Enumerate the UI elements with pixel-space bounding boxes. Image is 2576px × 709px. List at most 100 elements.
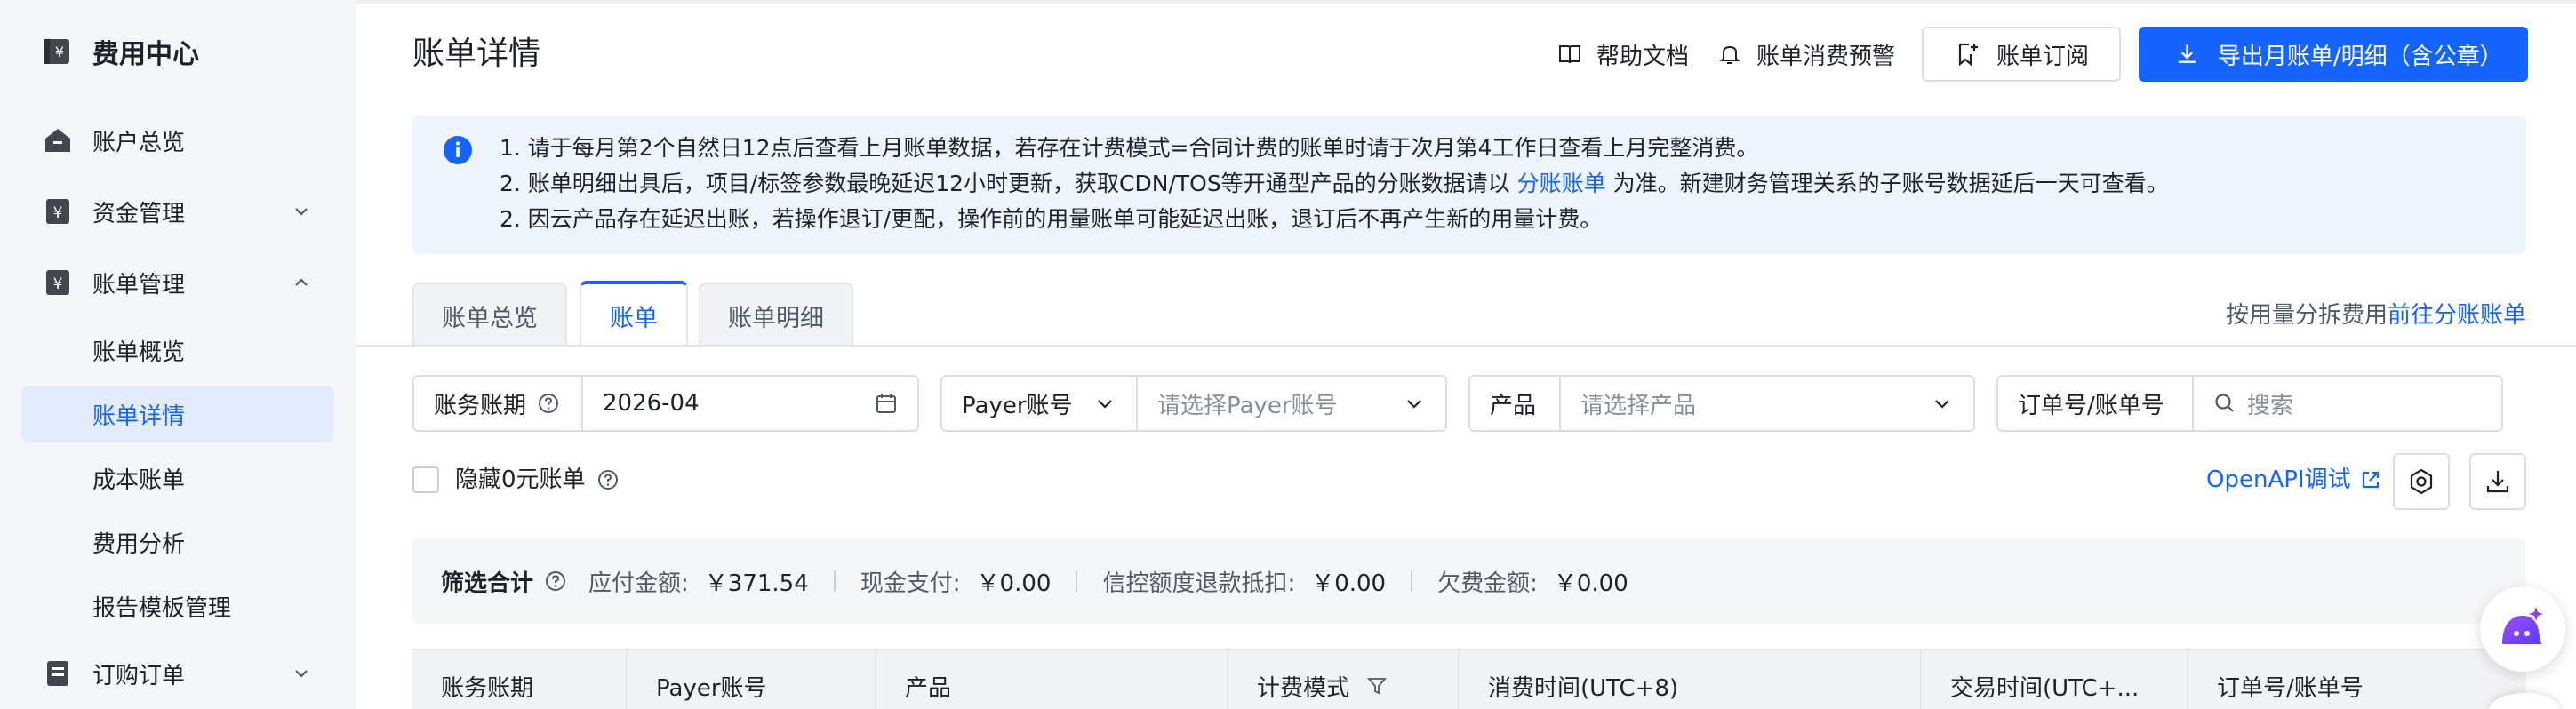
order-search-filter: 订单号/账单号 搜索: [1996, 375, 2503, 432]
svg-text:¥: ¥: [53, 204, 63, 222]
payer-type-value: Payer账号: [962, 392, 1073, 419]
main-content: 账单详情 帮助文档 账单消费预警 账单订阅 导出月账单/明细（含公章） 1. 请…: [356, 0, 2576, 709]
sidebar-item-label: 订购订单: [92, 662, 186, 689]
openapi-debug-label: OpenAPI调试: [2206, 466, 2351, 493]
notice-line-2-tail: 为准。新建财务管理关系的子账号数据延后一天可查看。: [1605, 171, 2169, 196]
sidebar-item-orders[interactable]: 订购订单: [21, 645, 334, 702]
split-bill-hint: 按用量分拆费用前往分账账单: [2226, 297, 2526, 330]
tab-label: 账单明细: [728, 304, 824, 332]
summary-divider: [1076, 570, 1078, 592]
product-label-segment: 产品: [1470, 377, 1561, 430]
column-header-label: 计费模式: [1257, 674, 1350, 702]
split-bill-link[interactable]: 分账账单: [1517, 171, 1606, 196]
ai-assistant-icon: [2502, 607, 2543, 644]
payable-value: ￥371.54: [704, 570, 809, 597]
product-select[interactable]: 请选择产品: [1561, 377, 1973, 430]
product-filter: 产品 请选择产品: [1468, 375, 1975, 432]
chevron-down-icon: [1935, 400, 1949, 409]
payer-account-select[interactable]: 请选择Payer账号: [1138, 377, 1445, 430]
ai-assistant-button[interactable]: [2480, 586, 2565, 672]
cash-label: 现金支付:: [860, 570, 961, 597]
tab-bill-detail[interactable]: 账单明细: [699, 283, 853, 347]
gear-icon: [2410, 468, 2433, 495]
sidebar-subitem-report-templates[interactable]: 报告模板管理: [21, 578, 334, 634]
download-icon: [2178, 44, 2196, 63]
hide-zero-bills-checkbox[interactable]: [412, 466, 439, 493]
sidebar-item-funds[interactable]: ¥ 资金管理: [21, 183, 334, 240]
tab-bill-overview[interactable]: 账单总览: [412, 283, 567, 347]
sidebar-subitem-cost-analysis[interactable]: 费用分析: [21, 514, 334, 570]
hide-zero-bills-row: 隐藏0元账单: [455, 464, 620, 496]
notice-banner: 1. 请于每月第2个自然日12点后查看上月账单数据，若存在计费模式=合同计费的账…: [412, 116, 2526, 254]
period-filter: 账务账期 2026-04: [412, 375, 919, 432]
svg-text:¥: ¥: [55, 44, 64, 60]
column-header-label: 交易时间(UTC+...: [1950, 674, 2140, 702]
go-split-bill-link[interactable]: 前往分账账单: [2388, 302, 2526, 329]
product-label: 产品: [1490, 392, 1537, 419]
period-label-segment: 账务账期: [414, 377, 583, 430]
download-list-button[interactable]: [2469, 453, 2526, 510]
filter-icon[interactable]: [1367, 676, 1387, 696]
tab-bill[interactable]: 账单: [580, 281, 688, 347]
sidebar-subitem-bill-overview[interactable]: 账单概览: [21, 322, 334, 378]
bell-icon: [1719, 45, 1740, 64]
column-header-product: 产品: [875, 650, 1227, 709]
page-title: 账单详情: [412, 36, 541, 72]
sidebar-item-bill-management[interactable]: ¥ 账单管理: [21, 254, 334, 311]
sidebar-subitem-label: 账单详情: [92, 402, 186, 430]
sidebar-subitem-label: 费用分析: [92, 530, 186, 558]
chevron-down-icon: [295, 208, 308, 216]
period-label: 账务账期: [434, 392, 527, 419]
help-icon[interactable]: [544, 570, 567, 593]
openapi-debug-link[interactable]: OpenAPI调试: [2206, 464, 2381, 496]
download-icon: [2486, 471, 2509, 493]
column-header-order-no: 订单号/账单号: [2187, 650, 2526, 709]
bill-subscribe-button[interactable]: 账单订阅: [1922, 27, 2121, 82]
export-monthly-bill-label: 导出月账单/明细（含公章）: [2217, 43, 2503, 70]
chevron-down-icon: [295, 670, 308, 678]
search-icon: [2215, 394, 2234, 412]
consumption-alert-link[interactable]: 账单消费预警: [1717, 36, 1895, 73]
sidebar-subitem-cost-bill[interactable]: 成本账单: [21, 450, 334, 506]
sidebar-item-label: 账单管理: [92, 271, 186, 299]
notice-line-1: 1. 请于每月第2个自然日12点后查看上月账单数据，若存在计费模式=合同计费的账…: [500, 135, 1759, 161]
book-icon: [1559, 45, 1580, 64]
column-header-label: 产品: [905, 674, 952, 702]
sidebar-subitem-bill-detail[interactable]: 账单详情: [21, 386, 334, 442]
product-placeholder: 请选择产品: [1580, 392, 1697, 419]
info-icon: [444, 136, 472, 164]
bill-subscribe-label: 账单订阅: [1996, 43, 2090, 70]
help-icon[interactable]: [537, 392, 560, 415]
sidebar-item-account-overview[interactable]: 账户总览: [21, 112, 334, 169]
payer-account-placeholder: 请选择Payer账号: [1157, 392, 1338, 419]
export-monthly-bill-button[interactable]: 导出月账单/明细（含公章）: [2139, 27, 2528, 82]
notice-line-2: 2. 账单明细出具后，项目/标签参数最晚延迟12小时更新，获取CDN/TOS等开…: [500, 167, 2169, 201]
payer-type-select[interactable]: Payer账号: [942, 377, 1138, 430]
sidebar-brand: ¥ 费用中心: [43, 34, 199, 70]
billing-center-icon: ¥: [44, 39, 69, 64]
sidebar-item-label: 账户总览: [92, 129, 186, 156]
period-date-picker[interactable]: 2026-04: [583, 377, 917, 430]
tab-label: 账单: [610, 304, 658, 332]
house-icon: [45, 129, 70, 152]
sidebar-brand-title: 费用中心: [92, 39, 199, 70]
sidebar-item-label: 资金管理: [92, 200, 186, 227]
chevron-up-icon: [295, 278, 308, 286]
help-doc-label: 帮助文档: [1596, 43, 1690, 70]
column-header-billing-mode: 计费模式: [1227, 650, 1458, 709]
period-value: 2026-04: [603, 390, 700, 417]
credit-value: ￥0.00: [1311, 570, 1387, 597]
help-icon[interactable]: [596, 468, 620, 491]
bill-table-header: 账务账期 Payer账号 产品 计费模式 消费时间(UTC+8) 交易时间(UT…: [412, 649, 2526, 709]
tabs-divider: [356, 345, 2576, 347]
column-header-payer: Payer账号: [626, 650, 875, 709]
owed-label: 欠费金额:: [1437, 570, 1538, 597]
help-doc-link[interactable]: 帮助文档: [1557, 36, 1689, 73]
svg-text:¥: ¥: [53, 275, 63, 293]
column-settings-button[interactable]: [2393, 453, 2450, 510]
hide-zero-bills-label: 隐藏0元账单: [455, 466, 586, 493]
sidebar-subitem-label: 成本账单: [92, 466, 186, 494]
order-label: 订单号/账单号: [2018, 392, 2164, 419]
calendar-icon: [876, 394, 896, 413]
order-search-input[interactable]: 搜索: [2194, 377, 2501, 430]
